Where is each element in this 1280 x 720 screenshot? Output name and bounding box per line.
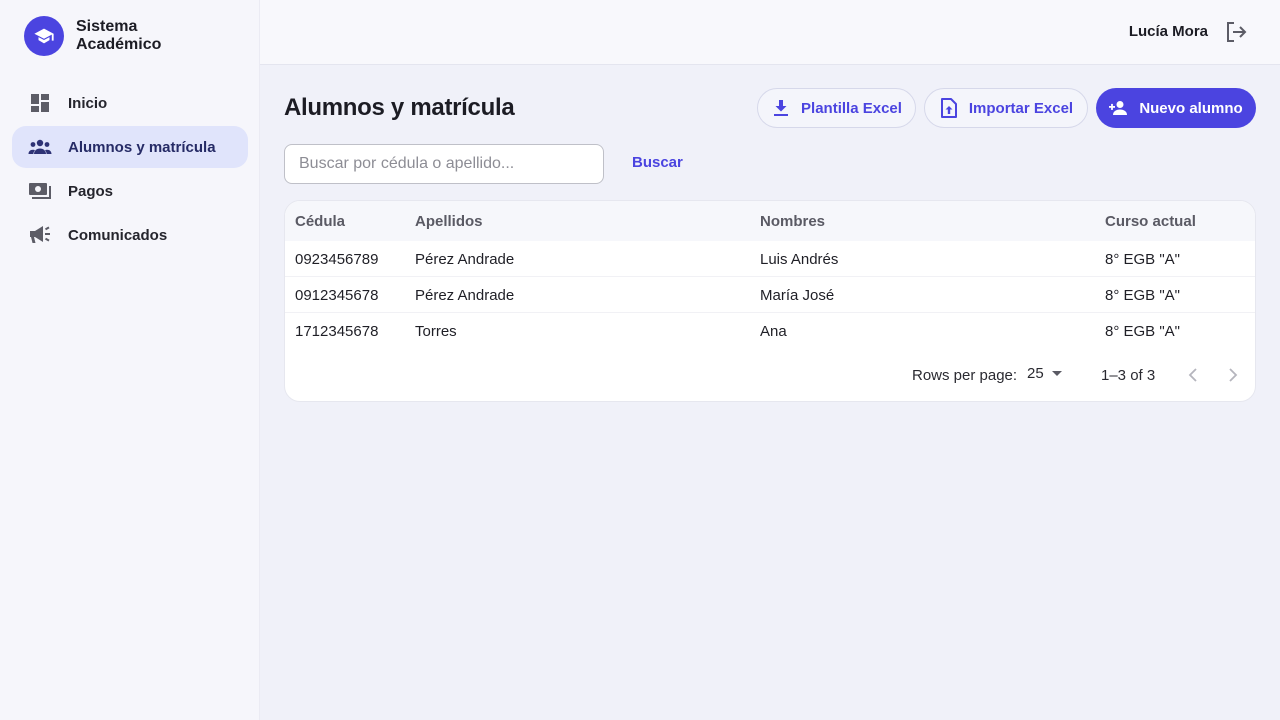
cell-cedula: 0923456789 — [295, 251, 379, 268]
sidebar-item-pagos[interactable]: Pagos — [12, 170, 248, 212]
cell-curso: 8° EGB "A" — [1105, 287, 1181, 304]
logout-icon[interactable] — [1224, 20, 1248, 44]
sidebar-item-label: Pagos — [68, 182, 114, 200]
pagination: Rows per page: 25 1–3 of 3 — [285, 361, 1255, 391]
chevron-right-icon — [1229, 368, 1238, 382]
prev-page-button[interactable] — [1181, 363, 1205, 387]
payments-icon — [28, 179, 52, 203]
table-header: Cédula Apellidos Nombres Curso actual — [285, 201, 1255, 241]
search-button[interactable]: Buscar — [620, 154, 695, 171]
megaphone-icon — [28, 223, 52, 247]
column-header-cedula[interactable]: Cédula — [295, 213, 345, 230]
page-title: Alumnos y matrícula — [284, 94, 515, 121]
table-row[interactable]: 0912345678 Pérez Andrade María José 8° E… — [285, 277, 1255, 313]
upload-file-icon — [939, 98, 959, 118]
table-row[interactable]: 0923456789 Pérez Andrade Luis Andrés 8° … — [285, 241, 1255, 277]
column-header-nombres[interactable]: Nombres — [760, 213, 825, 230]
graduation-cap-icon — [24, 16, 64, 56]
sidebar-item-label: Alumnos y matrícula — [68, 138, 216, 156]
brand-title: Sistema Académico — [76, 18, 162, 53]
user-name: Lucía Mora — [1128, 23, 1208, 40]
column-header-apellidos[interactable]: Apellidos — [415, 213, 483, 230]
students-table: Cédula Apellidos Nombres Curso actual 09… — [284, 200, 1256, 402]
sidebar-item-alumnos[interactable]: Alumnos y matrícula — [12, 126, 248, 168]
sidebar-item-label: Comunicados — [68, 226, 168, 244]
new-student-button[interactable]: Nuevo alumno — [1096, 88, 1256, 128]
import-excel-button[interactable]: Importar Excel — [924, 88, 1088, 128]
cell-nombres: Ana — [760, 323, 787, 340]
cell-nombres: Luis Andrés — [760, 251, 839, 268]
people-icon — [28, 135, 52, 159]
import-excel-label: Importar Excel — [968, 99, 1074, 117]
cell-apellidos: Torres — [415, 323, 457, 340]
download-icon — [771, 98, 791, 118]
sidebar-item-comunicados[interactable]: Comunicados — [12, 214, 248, 256]
cell-cedula: 1712345678 — [295, 323, 379, 340]
chevron-left-icon — [1188, 368, 1197, 382]
cell-cedula: 0912345678 — [295, 287, 379, 304]
cell-apellidos: Pérez Andrade — [415, 251, 515, 268]
sidebar-item-inicio[interactable]: Inicio — [12, 82, 248, 124]
add-person-icon — [1109, 98, 1129, 118]
sidebar-item-label: Inicio — [68, 94, 108, 112]
cell-curso: 8° EGB "A" — [1105, 323, 1181, 340]
template-excel-label: Plantilla Excel — [801, 99, 902, 117]
next-page-button[interactable] — [1221, 363, 1245, 387]
top-bar: Lucía Mora — [260, 0, 1280, 65]
rows-per-page-label: Rows per page: — [912, 367, 1018, 384]
cell-curso: 8° EGB "A" — [1105, 251, 1181, 268]
template-excel-button[interactable]: Plantilla Excel — [757, 88, 916, 128]
rows-per-page-value: 25 — [1027, 365, 1044, 382]
search-input[interactable] — [284, 144, 604, 184]
dashboard-icon — [28, 91, 52, 115]
cell-apellidos: Pérez Andrade — [415, 287, 515, 304]
column-header-curso[interactable]: Curso actual — [1105, 213, 1196, 230]
rows-per-page-select[interactable]: 25 — [1027, 365, 1062, 382]
cell-nombres: María José — [760, 287, 835, 304]
pagination-range: 1–3 of 3 — [1101, 367, 1156, 384]
sidebar: Sistema Académico Inicio Alumnos y matrí… — [0, 0, 260, 720]
sidebar-nav: Inicio Alumnos y matrícula Pagos Comunic… — [12, 82, 248, 258]
brand: Sistema Académico — [24, 16, 196, 56]
caret-down-icon — [1051, 371, 1062, 376]
new-student-label: Nuevo alumno — [1139, 99, 1243, 117]
table-row[interactable]: 1712345678 Torres Ana 8° EGB "A" — [285, 313, 1255, 349]
